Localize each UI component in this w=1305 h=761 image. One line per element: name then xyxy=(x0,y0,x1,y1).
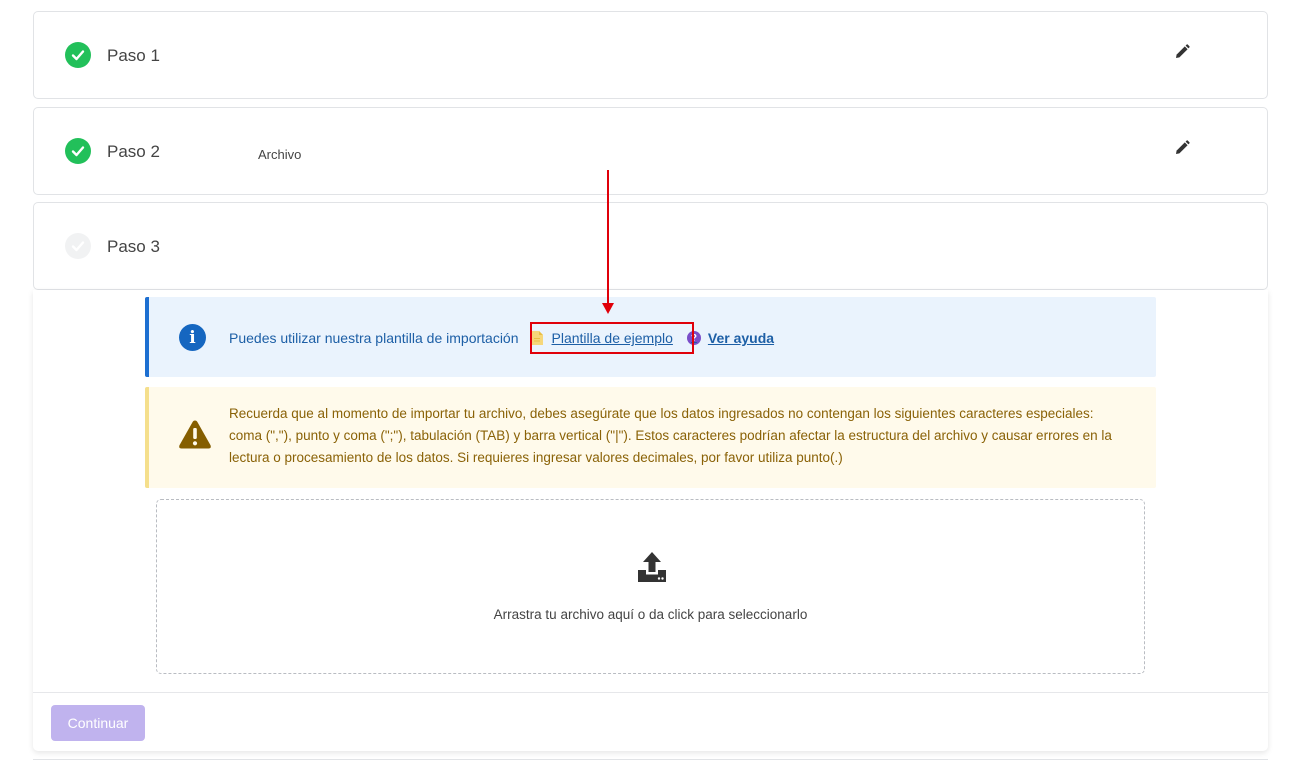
step-title: Paso 1 xyxy=(107,46,160,65)
step-title: Paso 3 xyxy=(107,237,160,256)
info-line: Puedes utilizar nuestra plantilla de imp… xyxy=(229,328,774,348)
template-link-label: Plantilla de ejemplo xyxy=(551,330,673,346)
check-circle-icon xyxy=(65,138,91,164)
annotation-arrow-head xyxy=(602,303,614,314)
info-alert: i Puedes utilizar nuestra plantilla de i… xyxy=(145,297,1156,377)
template-download-link[interactable]: Plantilla de ejemplo xyxy=(527,328,677,348)
help-link-label: Ver ayuda xyxy=(707,330,775,346)
check-circle-icon xyxy=(65,42,91,68)
upload-icon xyxy=(638,552,666,582)
check-circle-icon xyxy=(65,233,91,259)
step-title: Paso 2 xyxy=(107,142,160,161)
pencil-icon[interactable] xyxy=(1173,139,1191,157)
pencil-icon[interactable] xyxy=(1173,43,1191,61)
continue-button[interactable]: Continuar xyxy=(51,705,145,741)
step-3-card: Paso 3 xyxy=(33,202,1268,290)
info-icon: i xyxy=(179,324,206,351)
warning-text: Recuerda que al momento de importar tu a… xyxy=(229,406,1112,465)
dropzone-text: Arrastra tu archivo aquí o da click para… xyxy=(493,607,808,622)
step-1-card[interactable]: Paso 1 xyxy=(33,11,1268,99)
file-dropzone[interactable]: Arrastra tu archivo aquí o da click para… xyxy=(156,499,1145,674)
help-link[interactable]: ? Ver ayuda xyxy=(686,330,775,346)
step-subtitle: Archivo xyxy=(258,147,302,162)
divider xyxy=(33,692,1268,693)
annotation-arrow xyxy=(607,170,609,305)
step-2-card[interactable]: Paso 2 Archivo xyxy=(33,107,1268,195)
warning-alert: Recuerda que al momento de importar tu a… xyxy=(145,387,1156,488)
question-circle-icon: ? xyxy=(686,331,701,345)
info-text: Puedes utilizar nuestra plantilla de imp… xyxy=(229,330,519,346)
warning-icon xyxy=(179,420,211,449)
step-3-content: i Puedes utilizar nuestra plantilla de i… xyxy=(33,290,1268,751)
file-icon xyxy=(531,331,543,345)
